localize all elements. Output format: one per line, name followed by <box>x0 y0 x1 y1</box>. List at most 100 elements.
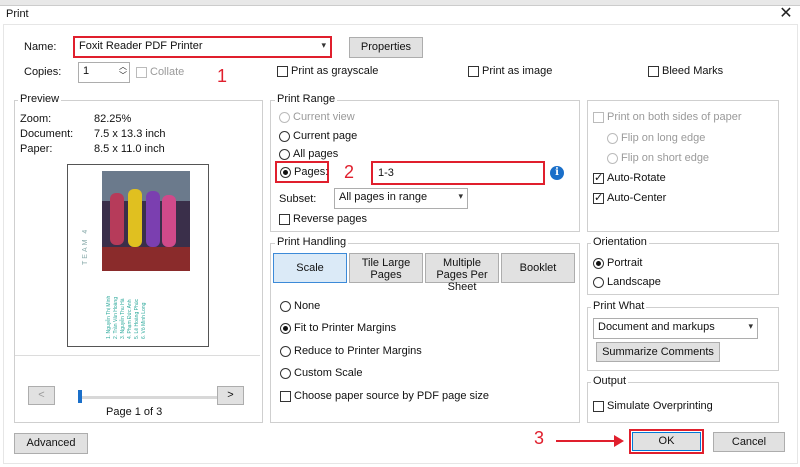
tab-scale[interactable]: Scale <box>273 253 347 283</box>
current-page-label: Current page <box>293 130 358 142</box>
bleed-marks-label: Bleed Marks <box>662 65 724 77</box>
reverse-pages-checkbox[interactable] <box>279 214 290 225</box>
paper-source-label: Choose paper source by PDF page size <box>294 390 490 402</box>
print-as-image-checkbox[interactable] <box>468 66 479 77</box>
background-window-strip <box>0 0 800 6</box>
print-handling-legend: Print Handling <box>275 236 349 248</box>
summarize-comments-button[interactable]: Summarize Comments <box>596 342 720 362</box>
chevron-down-icon: ▾ <box>458 191 463 201</box>
member-name: 2. Trần Văn Hoàng <box>113 297 119 339</box>
both-sides-label: Print on both sides of paper <box>607 111 742 123</box>
all-pages-radio[interactable] <box>279 149 290 160</box>
current-page-radio[interactable] <box>279 131 290 142</box>
dialog-title: Print <box>6 8 29 20</box>
scale-none-radio[interactable] <box>280 301 291 312</box>
custom-scale-radio[interactable] <box>280 368 291 379</box>
output-legend: Output <box>591 375 629 387</box>
zoom-label: Zoom: <box>20 113 52 125</box>
flip-long-radio[interactable] <box>607 133 618 144</box>
copies-label: Copies: <box>24 66 62 78</box>
advanced-button[interactable]: Advanced <box>14 433 88 454</box>
paper-label: Paper: <box>20 143 53 155</box>
page-slider-thumb[interactable] <box>78 390 82 403</box>
collate-label: Collate <box>150 66 185 78</box>
stepper-arrows-icon[interactable]: ︿ ﹀ <box>119 62 127 80</box>
print-range-legend: Print Range <box>275 93 338 105</box>
document-value: 7.5 x 13.3 inch <box>94 128 166 140</box>
landscape-radio[interactable] <box>593 277 604 288</box>
page-preview: TEAM 4 1. Nguyễn Thị Minh 2. Trần Văn Ho… <box>67 164 209 347</box>
printer-name-select[interactable]: Foxit Reader PDF Printer ▾ <box>73 36 332 58</box>
printer-name-value: Foxit Reader PDF Printer <box>79 40 203 52</box>
print-as-image-label: Print as image <box>482 65 553 77</box>
tab-booklet[interactable]: Booklet <box>501 253 575 283</box>
member-name: 4. Phạm Đức Anh <box>127 299 133 339</box>
simulate-overprinting-checkbox[interactable] <box>593 401 604 412</box>
auto-rotate-checkbox[interactable] <box>593 171 604 184</box>
previous-page-button[interactable]: < <box>28 386 55 405</box>
all-pages-label: All pages <box>293 148 339 160</box>
reduce-margins-radio[interactable] <box>280 346 291 357</box>
close-icon[interactable]: ✕ <box>777 5 795 23</box>
properties-button[interactable]: Properties <box>349 37 423 58</box>
tab-tile-large-pages[interactable]: Tile Large Pages <box>349 253 423 283</box>
collate-checkbox[interactable] <box>136 67 147 78</box>
page-indicator: Page 1 of 3 <box>106 406 163 418</box>
copies-value: 1 <box>83 65 90 77</box>
member-list: 1. Nguyễn Thị Minh 2. Trần Văn Hoàng 3. … <box>102 277 190 341</box>
both-sides-checkbox[interactable] <box>593 112 604 123</box>
document-label: Document: <box>20 128 74 140</box>
team-label-box: TEAM 4 <box>78 225 108 275</box>
flip-short-radio[interactable] <box>607 153 618 164</box>
simulate-overprinting-label: Simulate Overprinting <box>607 400 713 412</box>
member-name: 5. Lê Hoàng Phúc <box>134 298 140 339</box>
preview-divider <box>15 355 260 356</box>
current-view-radio[interactable] <box>279 112 290 123</box>
ok-button[interactable]: OK <box>632 432 701 451</box>
pages-input[interactable]: 1-3 <box>371 161 545 185</box>
paper-value: 8.5 x 11.0 inch <box>94 143 165 155</box>
landscape-label: Landscape <box>607 276 661 288</box>
chevron-down-icon: ▾ <box>748 321 753 331</box>
member-name: 3. Nguyễn Thu Hà <box>120 298 126 340</box>
next-page-button[interactable]: > <box>217 386 244 405</box>
bleed-marks-checkbox[interactable] <box>648 66 659 77</box>
pages-label: Pages: <box>294 166 329 178</box>
reverse-pages-label: Reverse pages <box>293 213 367 225</box>
print-what-select[interactable]: Document and markups ▾ <box>593 318 758 339</box>
orientation-legend: Orientation <box>591 236 649 248</box>
print-what-value: Document and markups <box>598 321 715 333</box>
step-2-marker: 2 <box>344 162 355 182</box>
scale-none-label: None <box>294 300 321 312</box>
custom-scale-label: Custom Scale <box>294 367 363 379</box>
print-what-legend: Print What <box>591 300 647 312</box>
cancel-button[interactable]: Cancel <box>713 432 785 452</box>
subset-select[interactable]: All pages in range ▾ <box>334 188 468 209</box>
member-name: 6. Võ Minh Long <box>141 302 147 339</box>
member-name: 1. Nguyễn Thị Minh <box>106 295 112 339</box>
arrow-line <box>556 440 616 442</box>
portrait-label: Portrait <box>607 257 643 269</box>
arrow-head-icon <box>614 435 624 447</box>
subset-label: Subset: <box>279 193 317 205</box>
reduce-margins-label: Reduce to Printer Margins <box>294 345 422 357</box>
page-slider-track[interactable] <box>78 396 220 399</box>
grayscale-checkbox[interactable] <box>277 66 288 77</box>
preview-legend: Preview <box>18 93 62 105</box>
team-photo <box>102 171 190 271</box>
grayscale-label: Print as grayscale <box>291 65 379 77</box>
step-3-marker: 3 <box>534 428 545 448</box>
fit-margins-radio[interactable] <box>280 323 291 334</box>
auto-center-label: Auto-Center <box>607 192 667 204</box>
tab-multiple-pages[interactable]: Multiple Pages Per Sheet <box>425 253 499 293</box>
current-view-label: Current view <box>293 111 355 123</box>
pages-radio[interactable] <box>280 167 291 178</box>
flip-short-label: Flip on short edge <box>621 152 710 164</box>
info-icon[interactable]: i <box>550 166 564 180</box>
flip-long-label: Flip on long edge <box>621 132 706 144</box>
copies-stepper[interactable]: 1 ︿ ﹀ <box>78 62 130 83</box>
auto-center-checkbox[interactable] <box>593 191 604 204</box>
paper-source-checkbox[interactable] <box>280 391 291 402</box>
portrait-radio[interactable] <box>593 258 604 269</box>
name-label: Name: <box>24 41 57 53</box>
